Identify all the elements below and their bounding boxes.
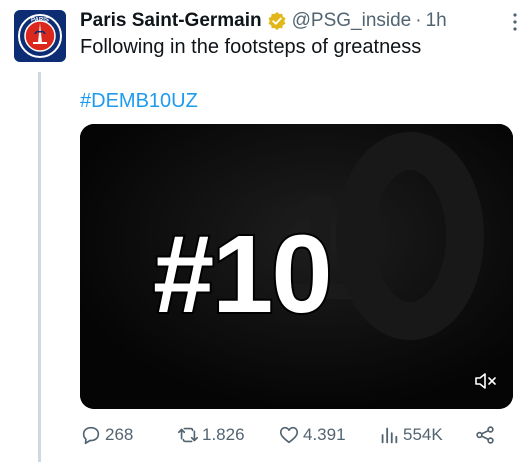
- views-bar-chart-icon: [381, 427, 398, 444]
- reply-count: 268: [105, 425, 134, 444]
- views-button[interactable]: 554K: [378, 424, 443, 446]
- action-bar: 268 1.826 4.391 554K: [80, 424, 520, 454]
- tweet-text: Following in the footsteps of greatness: [80, 36, 422, 58]
- video-player[interactable]: 1 #10: [80, 124, 513, 409]
- reply-button[interactable]: 268: [80, 424, 133, 446]
- repost-count: 1.826: [202, 425, 245, 444]
- like-count: 4.391: [303, 425, 346, 444]
- like-button[interactable]: 4.391: [278, 424, 346, 446]
- author-handle[interactable]: @PSG_inside: [292, 10, 412, 32]
- video-frame: 1 #10: [80, 124, 513, 409]
- heart-icon: [279, 426, 299, 444]
- volume-muted-icon[interactable]: [475, 373, 497, 389]
- thread-line: [38, 72, 41, 462]
- verified-gold-icon: [267, 11, 287, 31]
- separator-dot: ·: [415, 10, 422, 31]
- tweet-header: Paris Saint-Germain @PSG_inside · 1h: [80, 6, 518, 36]
- repost-icon: [178, 427, 198, 443]
- psg-crest-icon: PARIS: [18, 14, 62, 58]
- reply-icon: [82, 426, 100, 445]
- overlay-number-text: #10: [153, 213, 331, 336]
- more-options-icon[interactable]: [512, 12, 518, 32]
- view-count: 554K: [403, 425, 443, 444]
- repost-button[interactable]: 1.826: [177, 424, 245, 446]
- hashtag-link[interactable]: #DEMB10UZ: [80, 90, 198, 113]
- share-icon: [476, 426, 494, 444]
- author-name[interactable]: Paris Saint-Germain: [80, 10, 262, 32]
- share-button[interactable]: [474, 424, 499, 446]
- avatar-badge-text: PARIS: [31, 18, 49, 24]
- timestamp[interactable]: 1h: [426, 10, 447, 32]
- avatar[interactable]: PARIS: [14, 10, 66, 62]
